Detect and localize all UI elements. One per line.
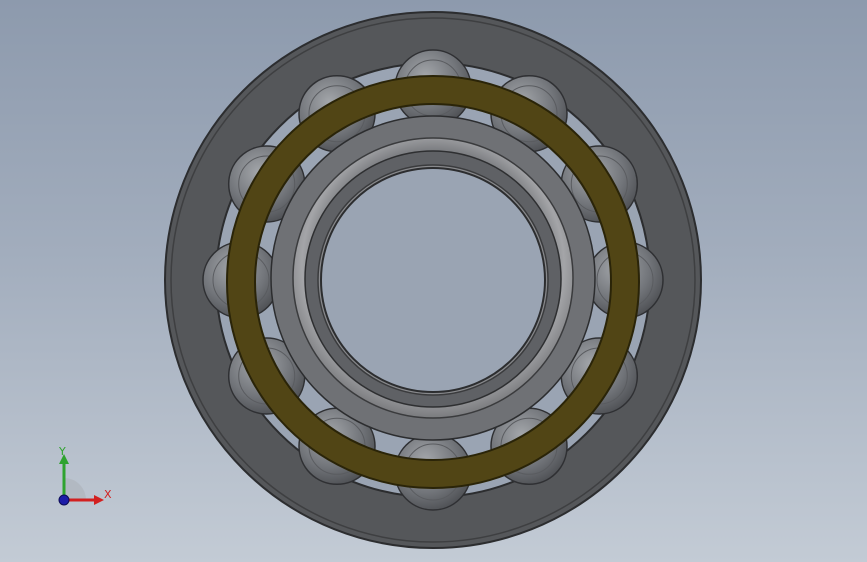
inner-ring bbox=[270, 115, 596, 441]
bearing-model[interactable] bbox=[0, 0, 867, 562]
x-axis-label: X bbox=[104, 488, 112, 501]
reference-triad: Y X bbox=[58, 445, 112, 506]
y-axis-label: Y bbox=[58, 445, 66, 458]
z-axis-dot-icon bbox=[58, 494, 70, 506]
graphics-viewport[interactable]: Y X bbox=[0, 0, 867, 562]
x-axis-arrow-icon bbox=[94, 495, 104, 505]
